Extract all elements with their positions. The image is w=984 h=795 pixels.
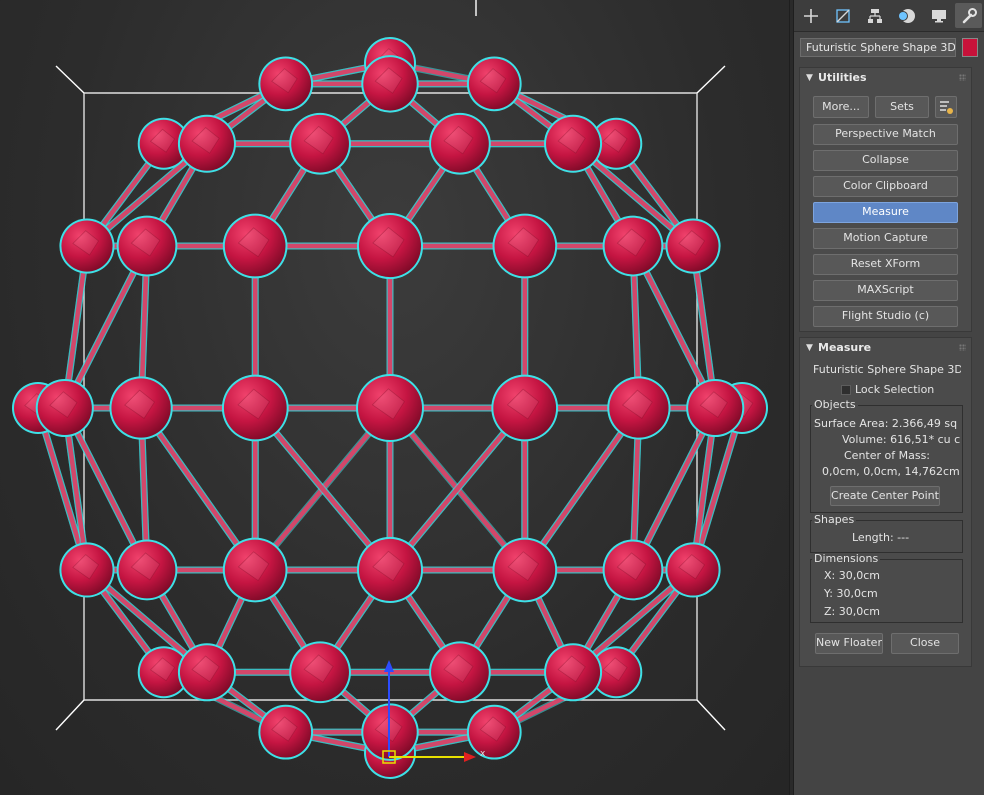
utilities-title: Utilities — [818, 71, 867, 84]
measure-rollout: ▼ Measure Futuristic Sphere Shape 3D Pri… — [799, 337, 972, 667]
new-floater-button[interactable]: New Floater — [815, 633, 883, 654]
center-of-mass-label: Center of Mass: — [844, 449, 931, 462]
volume-value: Volume: 616,51* cu cm — [842, 433, 960, 446]
create-plus-icon[interactable] — [797, 3, 824, 28]
utility-perspective-match-button[interactable]: Perspective Match — [813, 124, 958, 145]
modify-icon[interactable] — [829, 3, 856, 28]
lock-selection-label: Lock Selection — [855, 383, 935, 396]
grip-icon — [959, 344, 966, 351]
command-panel-tabs — [794, 0, 984, 32]
utility-collapse-button[interactable]: Collapse — [813, 150, 958, 171]
length-value: Length: --- — [852, 531, 910, 544]
object-color-swatch[interactable] — [962, 38, 978, 57]
dimensions-group-label: Dimensions — [812, 552, 881, 565]
measured-object-name: Futuristic Sphere Shape 3D Printing M — [813, 363, 961, 376]
object-name-field[interactable]: Futuristic Sphere Shape 3D Printing — [800, 38, 956, 57]
perspective-viewport[interactable]: x — [0, 0, 789, 795]
display-icon[interactable] — [925, 3, 952, 28]
surface-area-value: Surface Area: 2.366,49 sq cm — [814, 417, 960, 430]
collapse-icon: ▼ — [806, 73, 813, 83]
configure-button-sets-icon[interactable] — [935, 96, 957, 118]
objects-group-label: Objects — [812, 398, 858, 411]
utility-reset-xform-button[interactable]: Reset XForm — [813, 254, 958, 275]
center-of-mass-value: 0,0cm, 0,0cm, 14,762cm — [822, 465, 960, 478]
dimension-z: Z: 30,0cm — [824, 605, 880, 618]
hierarchy-icon[interactable] — [861, 3, 888, 28]
svg-text:x: x — [480, 749, 486, 759]
close-button[interactable]: Close — [891, 633, 959, 654]
create-center-point-button[interactable]: Create Center Point — [830, 486, 940, 506]
utility-flight-studio-c-button[interactable]: Flight Studio (c) — [813, 306, 958, 327]
shapes-group: Shapes Length: --- — [810, 514, 963, 553]
dimension-x: X: 30,0cm — [824, 569, 880, 582]
dimension-y: Y: 30,0cm — [824, 587, 878, 600]
utility-motion-capture-button[interactable]: Motion Capture — [813, 228, 958, 249]
utility-maxscript-button[interactable]: MAXScript — [813, 280, 958, 301]
grip-icon — [959, 74, 966, 81]
measure-title: Measure — [818, 341, 872, 354]
utility-color-clipboard-button[interactable]: Color Clipboard — [813, 176, 958, 197]
utilities-wrench-icon[interactable] — [955, 3, 982, 28]
utilities-rollout-header[interactable]: ▼ Utilities — [800, 68, 971, 88]
sphere-model-render[interactable]: x — [0, 0, 789, 795]
sets-button[interactable]: Sets — [875, 96, 929, 118]
dimensions-group: Dimensions X: 30,0cm Y: 30,0cm Z: 30,0cm — [810, 553, 963, 623]
command-panel: Futuristic Sphere Shape 3D Printing ▼ Ut… — [794, 0, 984, 795]
objects-group: Objects Surface Area: 2.366,49 sq cm Vol… — [810, 399, 963, 513]
motion-icon[interactable] — [893, 3, 920, 28]
shapes-group-label: Shapes — [812, 513, 857, 526]
collapse-icon: ▼ — [806, 343, 813, 353]
more-button[interactable]: More... — [813, 96, 869, 118]
utility-measure-button[interactable]: Measure — [813, 202, 958, 223]
utilities-rollout: ▼ Utilities More... Sets Perspective Mat… — [799, 67, 972, 332]
lock-selection-checkbox[interactable] — [841, 385, 851, 395]
measure-rollout-header[interactable]: ▼ Measure — [800, 338, 971, 358]
